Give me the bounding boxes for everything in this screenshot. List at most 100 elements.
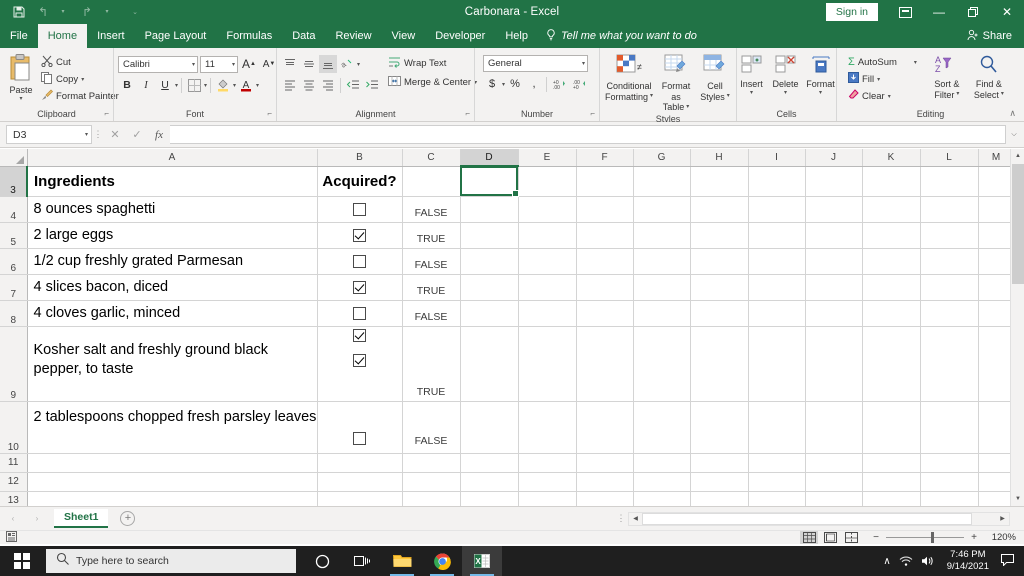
format-cells-button[interactable]: Format ▾ [804,53,838,98]
fill-color-dropdown-icon[interactable]: ▾ [233,82,236,89]
font-dialog-launcher[interactable]: ⌐ [267,107,272,120]
cell-J5[interactable] [805,222,863,249]
underline-button[interactable]: U [156,76,174,94]
formula-bar-grip[interactable]: ⋮ [92,129,104,140]
cell-H8[interactable] [690,300,749,327]
cell-C4[interactable]: FALSE [402,196,461,223]
row-header-11[interactable]: 11 [0,453,28,473]
cell-M9[interactable] [978,326,1015,402]
cell-I7[interactable] [748,274,806,301]
cell-K10[interactable] [862,401,921,454]
cell-J6[interactable] [805,248,863,275]
scroll-right-icon[interactable]: ▶ [996,513,1009,525]
cell-A5[interactable]: 2 large eggs [27,222,318,249]
sign-in-button[interactable]: Sign in [825,2,878,22]
accessibility-checker-icon[interactable] [6,531,17,544]
cell-F8[interactable] [576,300,634,327]
cell-A9[interactable]: Kosher salt and freshly ground black pep… [27,326,318,402]
tell-me-search[interactable]: Tell me what you want to do [538,24,705,48]
cell-M10[interactable] [978,401,1015,454]
align-middle-button[interactable] [300,55,318,73]
format-cells-dropdown-icon[interactable]: ▾ [819,90,822,97]
cell-L5[interactable] [920,222,979,249]
sort-filter-button[interactable]: AZ Sort & Filter ▾ [926,53,968,101]
cell-E6[interactable] [518,248,577,275]
borders-button[interactable] [185,76,203,94]
cell-F7[interactable] [576,274,634,301]
network-icon[interactable] [899,555,913,567]
tab-page-layout[interactable]: Page Layout [135,24,217,48]
cell-D9[interactable] [460,326,519,402]
view-normal-button[interactable] [800,531,818,544]
column-header-l[interactable]: L [920,149,979,167]
align-left-button[interactable] [281,76,299,94]
cell-G7[interactable] [633,274,691,301]
cell-B9[interactable] [317,326,403,402]
view-page-break-button[interactable] [842,531,860,544]
cell-L6[interactable] [920,248,979,275]
cell-styles-dropdown-icon[interactable]: ▾ [727,93,730,100]
borders-dropdown-icon[interactable]: ▾ [204,82,207,89]
column-header-j[interactable]: J [805,149,863,167]
clipboard-dialog-launcher[interactable]: ⌐ [104,107,109,120]
cell-H4[interactable] [690,196,749,223]
orientation-dropdown-icon[interactable]: ▾ [357,61,360,68]
cell-L9[interactable] [920,326,979,402]
cell-E5[interactable] [518,222,577,249]
checkbox-b4[interactable] [353,202,366,216]
cell-A10[interactable]: 2 tablespoons chopped fresh parsley leav… [27,401,318,454]
cell-C10[interactable]: FALSE [402,401,461,454]
column-header-g[interactable]: G [633,149,691,167]
cell-F11[interactable] [576,453,634,473]
cell-M3[interactable] [978,166,1015,197]
cell-K6[interactable] [862,248,921,275]
tab-formulas[interactable]: Formulas [216,24,282,48]
name-box[interactable]: D3 ▾ [6,125,92,144]
delete-cells-dropdown-icon[interactable]: ▾ [784,90,787,97]
expand-formula-bar-icon[interactable]: ⌵ [1006,131,1022,139]
cell-I10[interactable] [748,401,806,454]
percent-format-button[interactable]: % [506,75,524,93]
cell-M7[interactable] [978,274,1015,301]
restore-button[interactable] [956,0,990,24]
zoom-out-button[interactable]: − [871,532,881,543]
align-bottom-button[interactable] [319,55,337,73]
column-header-i[interactable]: I [748,149,806,167]
insert-cells-dropdown-icon[interactable]: ▾ [750,90,753,97]
cell-J7[interactable] [805,274,863,301]
sheet-tab-sheet1[interactable]: Sheet1 [54,509,109,528]
sort-filter-dropdown-icon[interactable]: ▾ [956,91,959,98]
decrease-decimal-button[interactable]: .00 +0 [570,75,589,93]
cell-L8[interactable] [920,300,979,327]
cell-G9[interactable] [633,326,691,402]
row-header-3[interactable]: 3 [0,166,28,197]
cell-M11[interactable] [978,453,1015,473]
cell-D12[interactable] [460,472,519,492]
horizontal-scrollbar-grip[interactable]: ⋮ [614,513,628,524]
font-color-button[interactable]: A [237,76,255,94]
copy-dropdown-icon[interactable]: ▾ [81,76,84,83]
clear-dropdown-icon[interactable]: ▾ [888,93,891,100]
cell-B4[interactable] [317,196,403,223]
cell-I12[interactable] [748,472,806,492]
align-right-button[interactable] [319,76,337,94]
add-sheet-button[interactable]: + [120,511,136,526]
checkbox-b9-salt[interactable] [353,328,366,342]
number-format-chevron-down-icon[interactable]: ▾ [579,60,585,67]
cell-E8[interactable] [518,300,577,327]
font-color-dropdown-icon[interactable]: ▾ [256,82,259,89]
cell-K5[interactable] [862,222,921,249]
comma-format-button[interactable]: , [525,75,543,93]
taskbar-clock[interactable]: 7:46 PM 9/14/2021 [943,549,993,573]
zoom-slider-thumb[interactable] [931,532,934,543]
scroll-down-icon[interactable]: ▼ [1011,492,1024,506]
cell-H6[interactable] [690,248,749,275]
cell-L7[interactable] [920,274,979,301]
row-header-6[interactable]: 6 [0,248,28,275]
align-center-button[interactable] [300,76,318,94]
horizontal-scrollbar-thumb[interactable] [642,512,972,525]
cancel-formula-icon[interactable]: ✕ [104,125,126,145]
cell-L4[interactable] [920,196,979,223]
cell-styles-button[interactable]: Cell Styles ▾ [698,53,732,103]
increase-indent-button[interactable] [363,76,381,94]
